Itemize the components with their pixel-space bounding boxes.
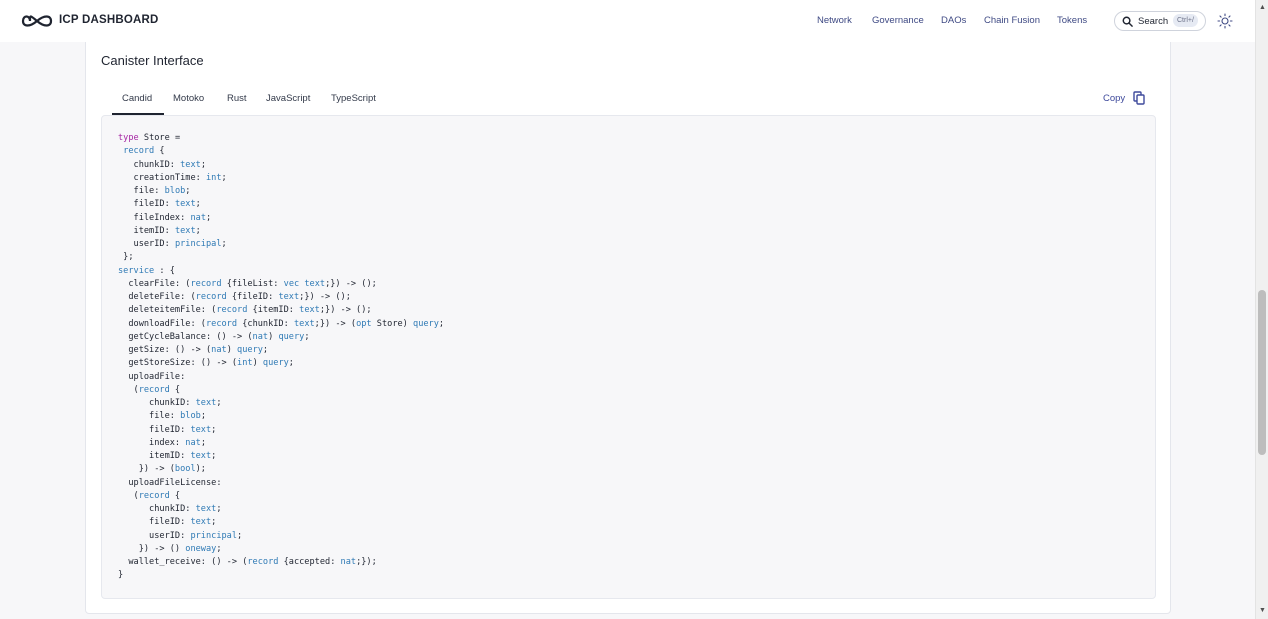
page-scrollbar[interactable]: ▲ ▼ <box>1255 0 1268 619</box>
tab-typescript[interactable]: TypeScript <box>331 93 376 104</box>
code-line: (record { <box>118 490 181 501</box>
code-line: }) -> () oneway; <box>118 543 222 554</box>
nav-link-chain-fusion[interactable]: Chain Fusion <box>984 15 1040 26</box>
scroll-up-arrow-icon[interactable]: ▲ <box>1259 4 1266 11</box>
code-line: fileIndex: nat; <box>133 212 212 223</box>
sun-icon[interactable] <box>1217 13 1233 29</box>
code-line: itemID: text; <box>133 225 201 236</box>
tab-candid[interactable]: Candid <box>122 93 152 104</box>
code-line: service : { <box>118 265 175 276</box>
code-line: fileID: text; <box>149 424 217 435</box>
code-line: getCycleBalance: () -> (nat) query; <box>128 331 310 342</box>
section-title: Canister Interface <box>101 53 204 68</box>
tab-javascript[interactable]: JavaScript <box>266 93 310 104</box>
code-line: } <box>118 570 124 581</box>
search-button[interactable]: Search Ctrl+/ <box>1114 11 1206 31</box>
nav-link-daos[interactable]: DAOs <box>941 15 966 26</box>
code-line: index: nat; <box>149 437 206 448</box>
scrollbar-thumb[interactable] <box>1258 290 1266 455</box>
code-line: deleteFile: (record {fileID: text;}) -> … <box>128 292 351 302</box>
code-line: downloadFile: (record {chunkID: text;}) … <box>128 318 445 329</box>
code-line: creationTime: int; <box>133 172 227 183</box>
code-line: chunkID: text; <box>133 159 206 170</box>
code-line: }; <box>118 252 134 263</box>
code-line: }) -> (bool); <box>118 464 206 475</box>
tab-motoko[interactable]: Motoko <box>173 93 204 104</box>
code-line: uploadFileLicense: <box>128 477 222 488</box>
copy-label: Copy <box>1103 93 1126 104</box>
code-line: chunkID: text; <box>149 398 222 408</box>
top-navigation-bar: ICP DASHBOARD Network Governance DAOs Ch… <box>0 0 1255 42</box>
language-tabs: Candid Motoko Rust JavaScript TypeScript… <box>101 86 1155 116</box>
code-line: file: blob; <box>149 411 206 422</box>
code-line: getSize: () -> (nat) query; <box>128 345 269 355</box>
code-line: getStoreSize: () -> (int) query; <box>128 358 294 369</box>
nav-link-network[interactable]: Network <box>817 15 852 26</box>
code-line: itemID: text; <box>149 451 217 461</box>
code-line: chunkID: text; <box>149 504 222 514</box>
code-line: wallet_receive: () -> (record {accepted:… <box>128 557 377 567</box>
search-icon <box>1122 16 1133 27</box>
tab-rust[interactable]: Rust <box>227 93 247 104</box>
code-line: deleteitemFile: (record {itemID: text;})… <box>128 305 372 316</box>
nav-link-tokens[interactable]: Tokens <box>1057 15 1087 26</box>
infinity-logo-icon[interactable] <box>21 12 53 30</box>
code-line: userID: principal; <box>133 239 227 249</box>
code-line: fileID: text; <box>149 517 217 528</box>
search-label: Search <box>1138 16 1169 27</box>
copy-icon <box>1133 91 1145 105</box>
code-line: clearFile: (record {fileList: vec text;}… <box>128 278 377 289</box>
code-line: uploadFile: <box>128 371 186 382</box>
candid-code[interactable]: type Store = record { chunkID: text; cre… <box>118 132 444 583</box>
brand-name[interactable]: ICP DASHBOARD <box>59 14 159 26</box>
code-line: fileID: text; <box>133 199 201 210</box>
nav-link-governance[interactable]: Governance <box>872 15 924 26</box>
code-line: file: blob; <box>133 186 191 196</box>
search-shortcut-badge: Ctrl+/ <box>1173 14 1198 27</box>
code-line: record { <box>123 146 165 157</box>
code-line: userID: principal; <box>149 530 243 541</box>
code-line: (record { <box>118 384 181 395</box>
scroll-down-arrow-icon[interactable]: ▼ <box>1259 607 1266 614</box>
code-line: type Store = <box>118 133 181 143</box>
code-block: type Store = record { chunkID: text; cre… <box>101 115 1156 599</box>
